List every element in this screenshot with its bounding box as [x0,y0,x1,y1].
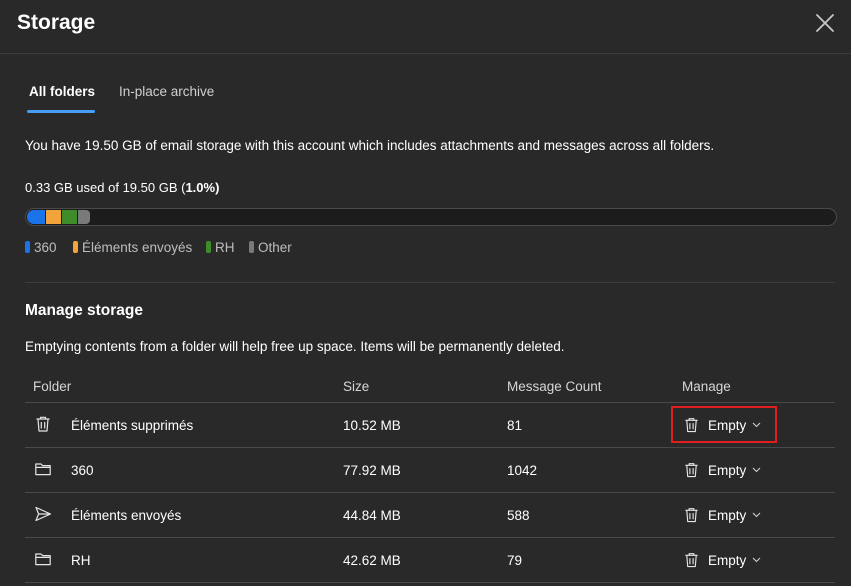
trash-icon [36,416,50,432]
empty-button-label: Empty [708,418,747,433]
message-count: 1042 [507,463,538,478]
dialog-title: Storage [17,11,96,34]
column-header-size: Size [343,379,370,394]
table-row: Éléments supprimés 10.52 MB 81 Empty [25,403,835,448]
folder-size: 44.84 MB [343,508,401,523]
legend-swatch [249,241,254,253]
chevron-down-icon [752,512,761,518]
empty-button-label: Empty [708,553,747,568]
storage-usage-text: 0.33 GB used of 19.50 GB (1.0%) [25,180,219,195]
empty-button[interactable]: Empty [683,501,775,529]
manage-storage-description: Emptying contents from a folder will hel… [25,339,565,354]
active-tab-indicator [27,110,95,113]
message-count: 79 [507,553,523,568]
table-row: RH 42.62 MB 79 Empty [25,538,835,583]
section-divider [25,282,835,283]
empty-button-label: Empty [708,463,747,478]
legend-swatch [73,241,78,253]
column-header-message-count: Message Count [507,379,602,394]
column-header-folder: Folder [33,379,72,394]
folder-icon [35,553,51,566]
legend-swatch [206,241,211,253]
chevron-down-icon [752,422,761,428]
folder-name: RH [71,553,91,568]
empty-button[interactable]: Empty [683,456,775,484]
legend-label: 360 [34,240,57,255]
tab-in-place-archive[interactable]: In-place archive [119,84,214,99]
send-icon [35,506,52,522]
storage-intro-text: You have 19.50 GB of email storage with … [25,138,715,153]
table-row: 360 77.92 MB 1042 Empty [25,448,835,493]
usage-percent: 1.0% [185,180,216,195]
table-row: Éléments envoyés 44.84 MB 588 Empty [25,493,835,538]
usage-segment-other [78,210,90,224]
dialog-header: Storage [0,0,851,54]
empty-button[interactable]: Empty [683,546,775,574]
usage-segment-rh [62,210,77,224]
tab-all-folders[interactable]: All folders [29,84,95,99]
legend-item-360: 360 [25,240,57,255]
trash-icon [685,463,698,478]
message-count: 81 [507,418,523,433]
storage-usage-bar [25,208,837,226]
legend-label: Éléments envoyés [82,240,193,255]
empty-button-label: Empty [708,508,747,523]
folder-size: 10.52 MB [343,418,401,433]
legend-swatch [25,241,30,253]
usage-segment-elements-envoyes [46,210,61,224]
folder-name: Éléments supprimés [71,418,194,433]
legend-item-rh: RH [206,240,235,255]
legend-item-elements-envoyes: Éléments envoyés [73,240,192,255]
folder-size: 77.92 MB [343,463,401,478]
trash-icon [685,508,698,523]
table-header: Folder Size Message Count Manage [25,371,835,403]
chevron-down-icon [752,557,761,563]
message-count: 588 [507,508,530,523]
folder-name: 360 [71,463,94,478]
folders-table: Folder Size Message Count Manage Élément… [25,371,835,583]
folder-size: 42.62 MB [343,553,401,568]
manage-storage-heading: Manage storage [25,302,144,319]
trash-icon [685,418,698,433]
legend-label: Other [258,240,292,255]
folder-name: Éléments envoyés [71,508,182,523]
trash-icon [685,553,698,568]
usage-summary: 0.33 GB used of 19.50 GB ( [25,180,186,195]
chevron-down-icon [752,467,761,473]
close-icon[interactable] [812,10,838,36]
legend-label: RH [215,240,235,255]
usage-close-paren: ) [215,180,220,195]
legend-item-other: Other [249,240,292,255]
folder-icon [35,463,51,476]
empty-button[interactable]: Empty [683,411,775,439]
column-header-manage: Manage [682,379,731,394]
usage-segment-360 [27,210,45,224]
